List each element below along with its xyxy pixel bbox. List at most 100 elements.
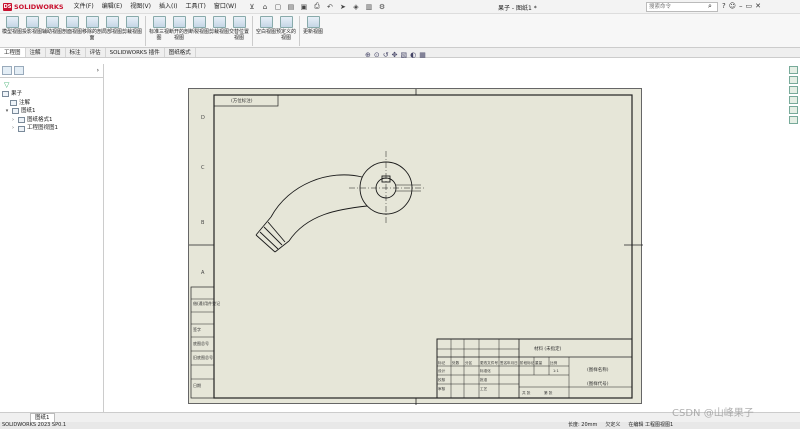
pin-icon[interactable]: ⊻ bbox=[246, 1, 257, 12]
collapse-arrow-icon[interactable]: ▾ bbox=[4, 107, 10, 116]
menu-tools[interactable]: 工具(T) bbox=[181, 0, 209, 14]
menu-window[interactable]: 窗口(W) bbox=[210, 0, 241, 14]
length-readout: 长度: 20mm bbox=[568, 422, 598, 428]
hide-show-icon[interactable]: ◐ bbox=[410, 51, 416, 59]
expand-arrow-icon[interactable]: › bbox=[10, 116, 16, 125]
panel-expand-arrow-icon[interactable]: › bbox=[97, 67, 99, 74]
tab-markup[interactable]: 标注 bbox=[66, 48, 86, 57]
drawing-name-label: (图样名称) bbox=[587, 366, 609, 373]
broken-out-section-button[interactable]: 断开的剖视图 bbox=[169, 14, 189, 48]
display-style-icon[interactable]: ▧ bbox=[401, 51, 408, 59]
svg-text:处数: 处数 bbox=[452, 360, 460, 365]
update-view-button[interactable]: 更新视图 bbox=[303, 14, 323, 48]
file-explorer-icon[interactable] bbox=[788, 86, 798, 94]
svg-text:第 张: 第 张 bbox=[544, 390, 553, 395]
scale-value: 1:1 bbox=[553, 369, 559, 373]
view-settings-icon[interactable]: ▦ bbox=[419, 51, 426, 59]
inner-border bbox=[213, 94, 633, 399]
crop-icon bbox=[212, 16, 226, 28]
tab-annotation[interactable]: 注解 bbox=[26, 48, 46, 57]
sheet-tab-1[interactable]: 图纸1 bbox=[30, 412, 55, 423]
drawing-sheet[interactable]: D C B A (方位标注) 借(通)用件登记 签字 底图总号 旧底图总号 日期 bbox=[188, 88, 643, 405]
removed-section-icon bbox=[85, 16, 99, 28]
auxiliary-view-button[interactable]: 辅助视图 bbox=[42, 14, 62, 48]
svg-text:设计: 设计 bbox=[438, 368, 446, 373]
ribbon-separator bbox=[145, 16, 146, 46]
crop-view-button-1[interactable]: 剪裁视图 bbox=[122, 14, 142, 48]
print-icon[interactable]: ⎙ bbox=[311, 1, 322, 12]
tree-sheet-format[interactable]: › 图纸格式1 bbox=[2, 116, 58, 125]
svg-text:工艺: 工艺 bbox=[480, 386, 488, 391]
ribbon-separator bbox=[299, 16, 300, 46]
menu-insert[interactable]: 插入(I) bbox=[155, 0, 181, 14]
undo-icon[interactable]: ↶ bbox=[324, 1, 335, 12]
ds-logo-icon: DS bbox=[3, 2, 12, 11]
help-icon[interactable]: ? bbox=[722, 2, 726, 10]
tab-addins[interactable]: SOLIDWORKS 插件 bbox=[106, 48, 165, 57]
new-document-icon[interactable]: ▢ bbox=[272, 1, 283, 12]
search-icon[interactable]: ⌕ bbox=[708, 2, 712, 11]
tab-drawing[interactable]: 工程图 bbox=[0, 48, 26, 57]
tab-sketch[interactable]: 草图 bbox=[46, 48, 66, 57]
select-arrow-icon[interactable]: ➤ bbox=[337, 1, 348, 12]
update-view-icon bbox=[306, 16, 320, 28]
minimize-icon[interactable]: – bbox=[739, 2, 743, 10]
tree-annotations[interactable]: 注解 bbox=[2, 99, 58, 108]
removed-section-button[interactable]: 移除的剖面 bbox=[82, 14, 102, 48]
svg-text:重量: 重量 bbox=[535, 360, 543, 365]
alternate-position-button[interactable]: 交替位置视图 bbox=[229, 14, 249, 48]
tree-root[interactable]: 果子 bbox=[2, 90, 58, 99]
menu-view[interactable]: 视图(V) bbox=[126, 0, 155, 14]
options-gear-icon[interactable]: ⚙ bbox=[376, 1, 387, 12]
zoom-fit-icon[interactable]: ⊕ bbox=[365, 51, 371, 59]
crop-view-button-2[interactable]: 剪裁视图 bbox=[209, 14, 229, 48]
standard-3-view-button[interactable]: 标准三视图 bbox=[149, 14, 169, 48]
broken-out-section-icon bbox=[172, 16, 186, 28]
predefined-view-button[interactable]: 预定义的视图 bbox=[276, 14, 296, 48]
user-icon[interactable]: ☺ bbox=[729, 2, 736, 10]
empty-view-button[interactable]: 空白视图 bbox=[256, 14, 276, 48]
svg-text:年月日: 年月日 bbox=[507, 360, 518, 365]
tab-sheet-format[interactable]: 图纸格式 bbox=[165, 48, 196, 57]
svg-text:更改文件号: 更改文件号 bbox=[480, 360, 498, 365]
heads-up-view-toolbar: ⊕ ⊙ ↺ ✥ ▧ ◐ ▦ bbox=[365, 51, 426, 59]
standard-3-view-icon bbox=[152, 16, 166, 28]
menu-file[interactable]: 文件(F) bbox=[70, 0, 98, 14]
sheet-format-icon bbox=[18, 117, 25, 124]
save-icon[interactable]: ▣ bbox=[298, 1, 309, 12]
detail-view-button[interactable]: 局部视图 bbox=[102, 14, 122, 48]
pan-icon[interactable]: ✥ bbox=[392, 51, 398, 59]
main-menu: 文件(F) 编辑(E) 视图(V) 插入(I) 工具(T) 窗口(W) bbox=[70, 0, 241, 14]
command-manager-ribbon: 模型视图 投影视图 辅助视图 剖面视图 移除的剖面 局部视图 剪裁视图 标准三视… bbox=[0, 14, 800, 48]
property-tab-icon[interactable] bbox=[14, 66, 24, 75]
feature-tree-tab-icon[interactable] bbox=[2, 66, 12, 75]
open-folder-icon[interactable]: ▤ bbox=[285, 1, 296, 12]
filter-icon[interactable]: ▽ bbox=[4, 81, 9, 89]
tab-evaluate[interactable]: 评估 bbox=[86, 48, 106, 57]
restore-icon[interactable]: ▭ bbox=[746, 2, 753, 10]
solidworks-resources-icon[interactable] bbox=[788, 66, 798, 74]
crop-view-icon bbox=[125, 16, 139, 28]
previous-view-icon[interactable]: ↺ bbox=[383, 51, 389, 59]
file-properties-icon[interactable]: ▥ bbox=[363, 1, 374, 12]
predefined-view-icon bbox=[279, 16, 293, 28]
tree-drawing-view[interactable]: › 工程图视图1 bbox=[2, 124, 58, 133]
custom-properties-icon[interactable] bbox=[788, 116, 798, 124]
part-drawing-view[interactable] bbox=[255, 151, 424, 253]
model-view-button[interactable]: 模型视图 bbox=[2, 14, 22, 48]
projected-view-button[interactable]: 投影视图 bbox=[22, 14, 42, 48]
appearances-icon[interactable] bbox=[788, 106, 798, 114]
tree-sheet[interactable]: ▾ 图纸1 bbox=[2, 107, 58, 116]
rebuild-icon[interactable]: ◈ bbox=[350, 1, 361, 12]
view-palette-icon[interactable] bbox=[788, 96, 798, 104]
home-icon[interactable]: ⌂ bbox=[259, 1, 270, 12]
section-view-button[interactable]: 剖面视图 bbox=[62, 14, 82, 48]
break-view-button[interactable]: 断裂视图 bbox=[189, 14, 209, 48]
menu-edit[interactable]: 编辑(E) bbox=[98, 0, 126, 14]
design-library-icon[interactable] bbox=[788, 76, 798, 84]
zoom-area-icon[interactable]: ⊙ bbox=[374, 51, 380, 59]
orientation-label: (方位标注) bbox=[231, 97, 253, 104]
close-icon[interactable]: ✕ bbox=[755, 2, 761, 10]
svg-text:校核: 校核 bbox=[438, 377, 446, 382]
expand-arrow-icon[interactable]: › bbox=[10, 124, 16, 133]
